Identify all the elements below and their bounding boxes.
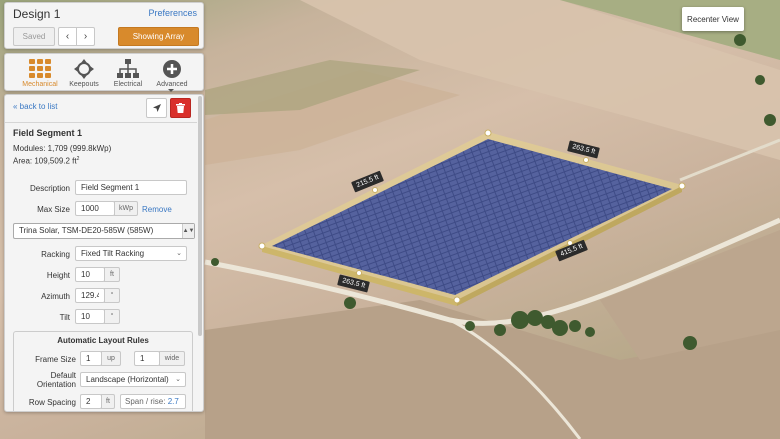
modules-count: Modules: 1,709 (999.8kWp) — [13, 144, 112, 153]
locate-button[interactable] — [146, 98, 167, 118]
tilt-unit: ° — [104, 309, 120, 324]
tab-keepouts[interactable]: Keepouts — [63, 57, 105, 91]
tab-mechanical[interactable]: Mechanical — [19, 57, 61, 91]
frame-up-unit: up — [101, 351, 121, 366]
design-header: Design 1 Preferences Saved ‹ › Showing A… — [4, 2, 204, 49]
max-size-unit: kWp — [114, 201, 138, 216]
tab-label: Electrical — [113, 81, 143, 88]
max-size-label: Max Size — [37, 205, 70, 214]
segment-area: Area: 109,509.2 ft2 — [13, 156, 79, 166]
frame-wide-unit: wide — [159, 351, 185, 366]
chevron-right-icon[interactable]: › — [76, 27, 95, 46]
area-value: Area: 109,509.2 ft — [13, 156, 77, 166]
preferences-link[interactable]: Preferences — [148, 8, 197, 18]
segment-title: Field Segment 1 — [13, 128, 83, 138]
location-arrow-icon — [152, 104, 161, 112]
tab-bar: Mechanical Keepouts Electrical Advanced — [4, 53, 204, 92]
tab-label: Mechanical — [22, 81, 58, 88]
height-unit: ft — [104, 267, 120, 282]
hierarchy-icon — [117, 59, 139, 78]
frame-size-label: Frame Size — [35, 355, 76, 364]
orientation-select[interactable]: Landscape (Horizontal) ⌄ — [80, 372, 186, 387]
chevron-down-icon: ⌄ — [176, 250, 182, 257]
orientation-select-value: Landscape (Horizontal) — [86, 375, 169, 384]
row-spacing-label: Row Spacing — [28, 398, 76, 407]
tab-label: Keepouts — [69, 81, 99, 88]
tab-advanced[interactable]: Advanced — [151, 57, 193, 91]
orientation-label-line2: Orientation — [36, 380, 76, 389]
racking-select-value: Fixed Tilt Racking — [81, 249, 145, 258]
chevron-left-icon[interactable]: ‹ — [58, 27, 77, 46]
frame-wide-input[interactable] — [134, 351, 160, 366]
racking-select[interactable]: Fixed Tilt Racking ⌄ — [75, 246, 187, 261]
grid-icon — [29, 59, 51, 78]
tilt-input[interactable] — [75, 309, 105, 324]
back-to-list-link[interactable]: « back to list — [13, 102, 57, 111]
area-unit-superscript: 2 — [76, 156, 80, 162]
remove-max-size-link[interactable]: Remove — [142, 205, 172, 214]
tilt-label: Tilt — [59, 313, 70, 322]
trash-icon — [176, 103, 185, 113]
plus-circle-icon — [163, 60, 181, 78]
row-spacing-input[interactable] — [80, 394, 102, 409]
orientation-label-line1: Default — [50, 371, 76, 380]
delete-button[interactable] — [170, 98, 191, 118]
azimuth-unit: ° — [104, 288, 120, 303]
max-size-input[interactable] — [75, 201, 115, 216]
chevron-down-icon — [168, 89, 174, 92]
showing-array-button[interactable]: Showing Array — [118, 27, 199, 46]
racking-label: Racking — [41, 250, 70, 259]
chevron-down-icon: ⌄ — [175, 376, 181, 383]
crosshair-icon — [74, 59, 94, 79]
module-select-value: Trina Solar, TSM-DE20-585W (585W) — [19, 226, 154, 235]
description-input[interactable] — [75, 180, 187, 195]
divider — [5, 122, 197, 123]
saved-button[interactable]: Saved — [13, 27, 55, 46]
layout-rules-box: Automatic Layout Rules Frame Size up wid… — [13, 331, 193, 411]
row-spacing-unit: ft — [101, 394, 115, 409]
frame-up-input[interactable] — [80, 351, 102, 366]
recenter-view-button[interactable]: Recenter View — [682, 7, 744, 31]
design-title: Design 1 — [13, 7, 61, 21]
select-arrow-icon: ▲▼ — [182, 224, 194, 238]
module-select[interactable]: Trina Solar, TSM-DE20-585W (585W) ▲▼ — [13, 223, 195, 239]
layout-rules-title: Automatic Layout Rules — [57, 336, 149, 345]
segment-editor: « back to list Field Segment 1 Modules: … — [4, 94, 204, 412]
tab-electrical[interactable]: Electrical — [107, 57, 149, 91]
span-rise-readout: Span / rise: 2.7 — [120, 394, 186, 409]
span-rise-value[interactable]: 2.7 — [168, 397, 179, 406]
tab-label: Advanced — [156, 81, 188, 88]
azimuth-label: Azimuth — [41, 292, 70, 301]
span-rise-label: Span / rise: — [125, 397, 166, 406]
azimuth-input[interactable] — [75, 288, 105, 303]
height-input[interactable] — [75, 267, 105, 282]
description-label: Description — [29, 184, 70, 193]
height-label: Height — [46, 271, 70, 280]
default-orientation-label: Default Orientation — [16, 371, 76, 389]
design-panel: Design 1 Preferences Saved ‹ › Showing A… — [4, 2, 204, 412]
panel-scrollbar[interactable] — [198, 96, 202, 336]
